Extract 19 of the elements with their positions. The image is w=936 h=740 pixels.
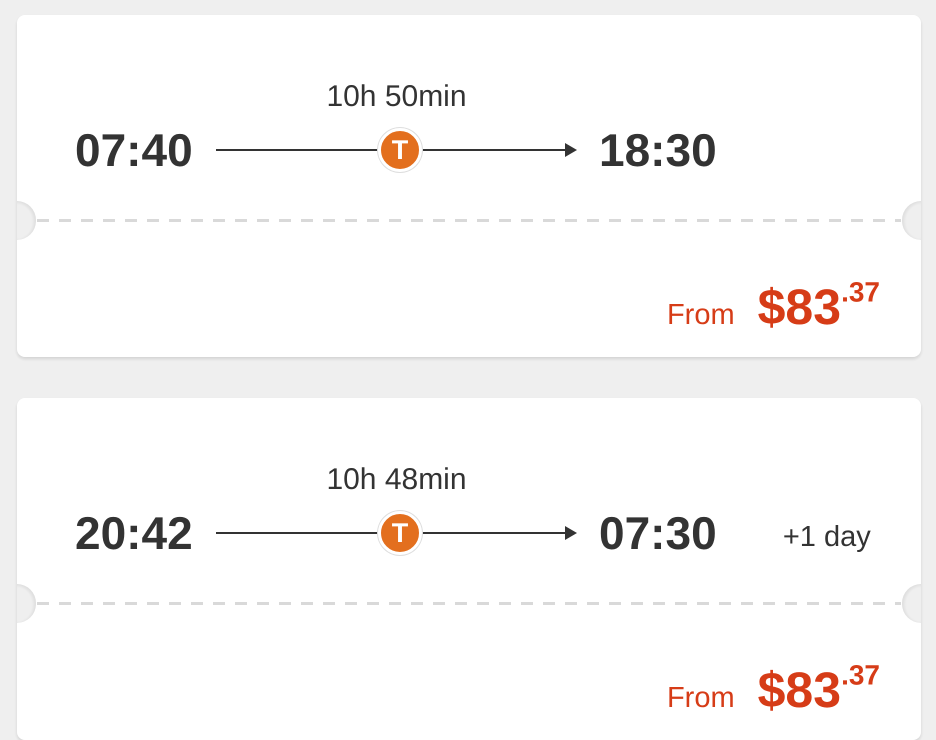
- card-notch: [17, 201, 36, 240]
- trip-card[interactable]: 10h 48min 20:42 T 07:30 +1 day From $83$^{.37}$: [17, 398, 921, 740]
- price-text: $83$^{.37}$: [758, 278, 880, 336]
- price-label: From: [666, 682, 735, 715]
- card-notch: [902, 201, 921, 240]
- card-notch: [17, 584, 36, 623]
- card-notch: [902, 584, 921, 623]
- duration-text: 10h 50min: [325, 79, 468, 115]
- duration-text: 10h 48min: [325, 462, 468, 498]
- departure-time: 07:40: [75, 124, 194, 176]
- price-label: From: [666, 299, 735, 332]
- price-text: $83$^{.37}$: [758, 661, 880, 719]
- departure-time: 20:42: [75, 507, 194, 559]
- mode-badge: T: [378, 128, 422, 172]
- arrival-time: 07:30: [599, 507, 718, 559]
- day-offset-text: +1 day: [782, 520, 872, 554]
- mode-badge: T: [378, 511, 422, 555]
- trip-card[interactable]: 10h 50min 07:40 T 18:30 From $83$^{.37}$: [17, 15, 921, 357]
- arrival-time: 18:30: [599, 124, 718, 176]
